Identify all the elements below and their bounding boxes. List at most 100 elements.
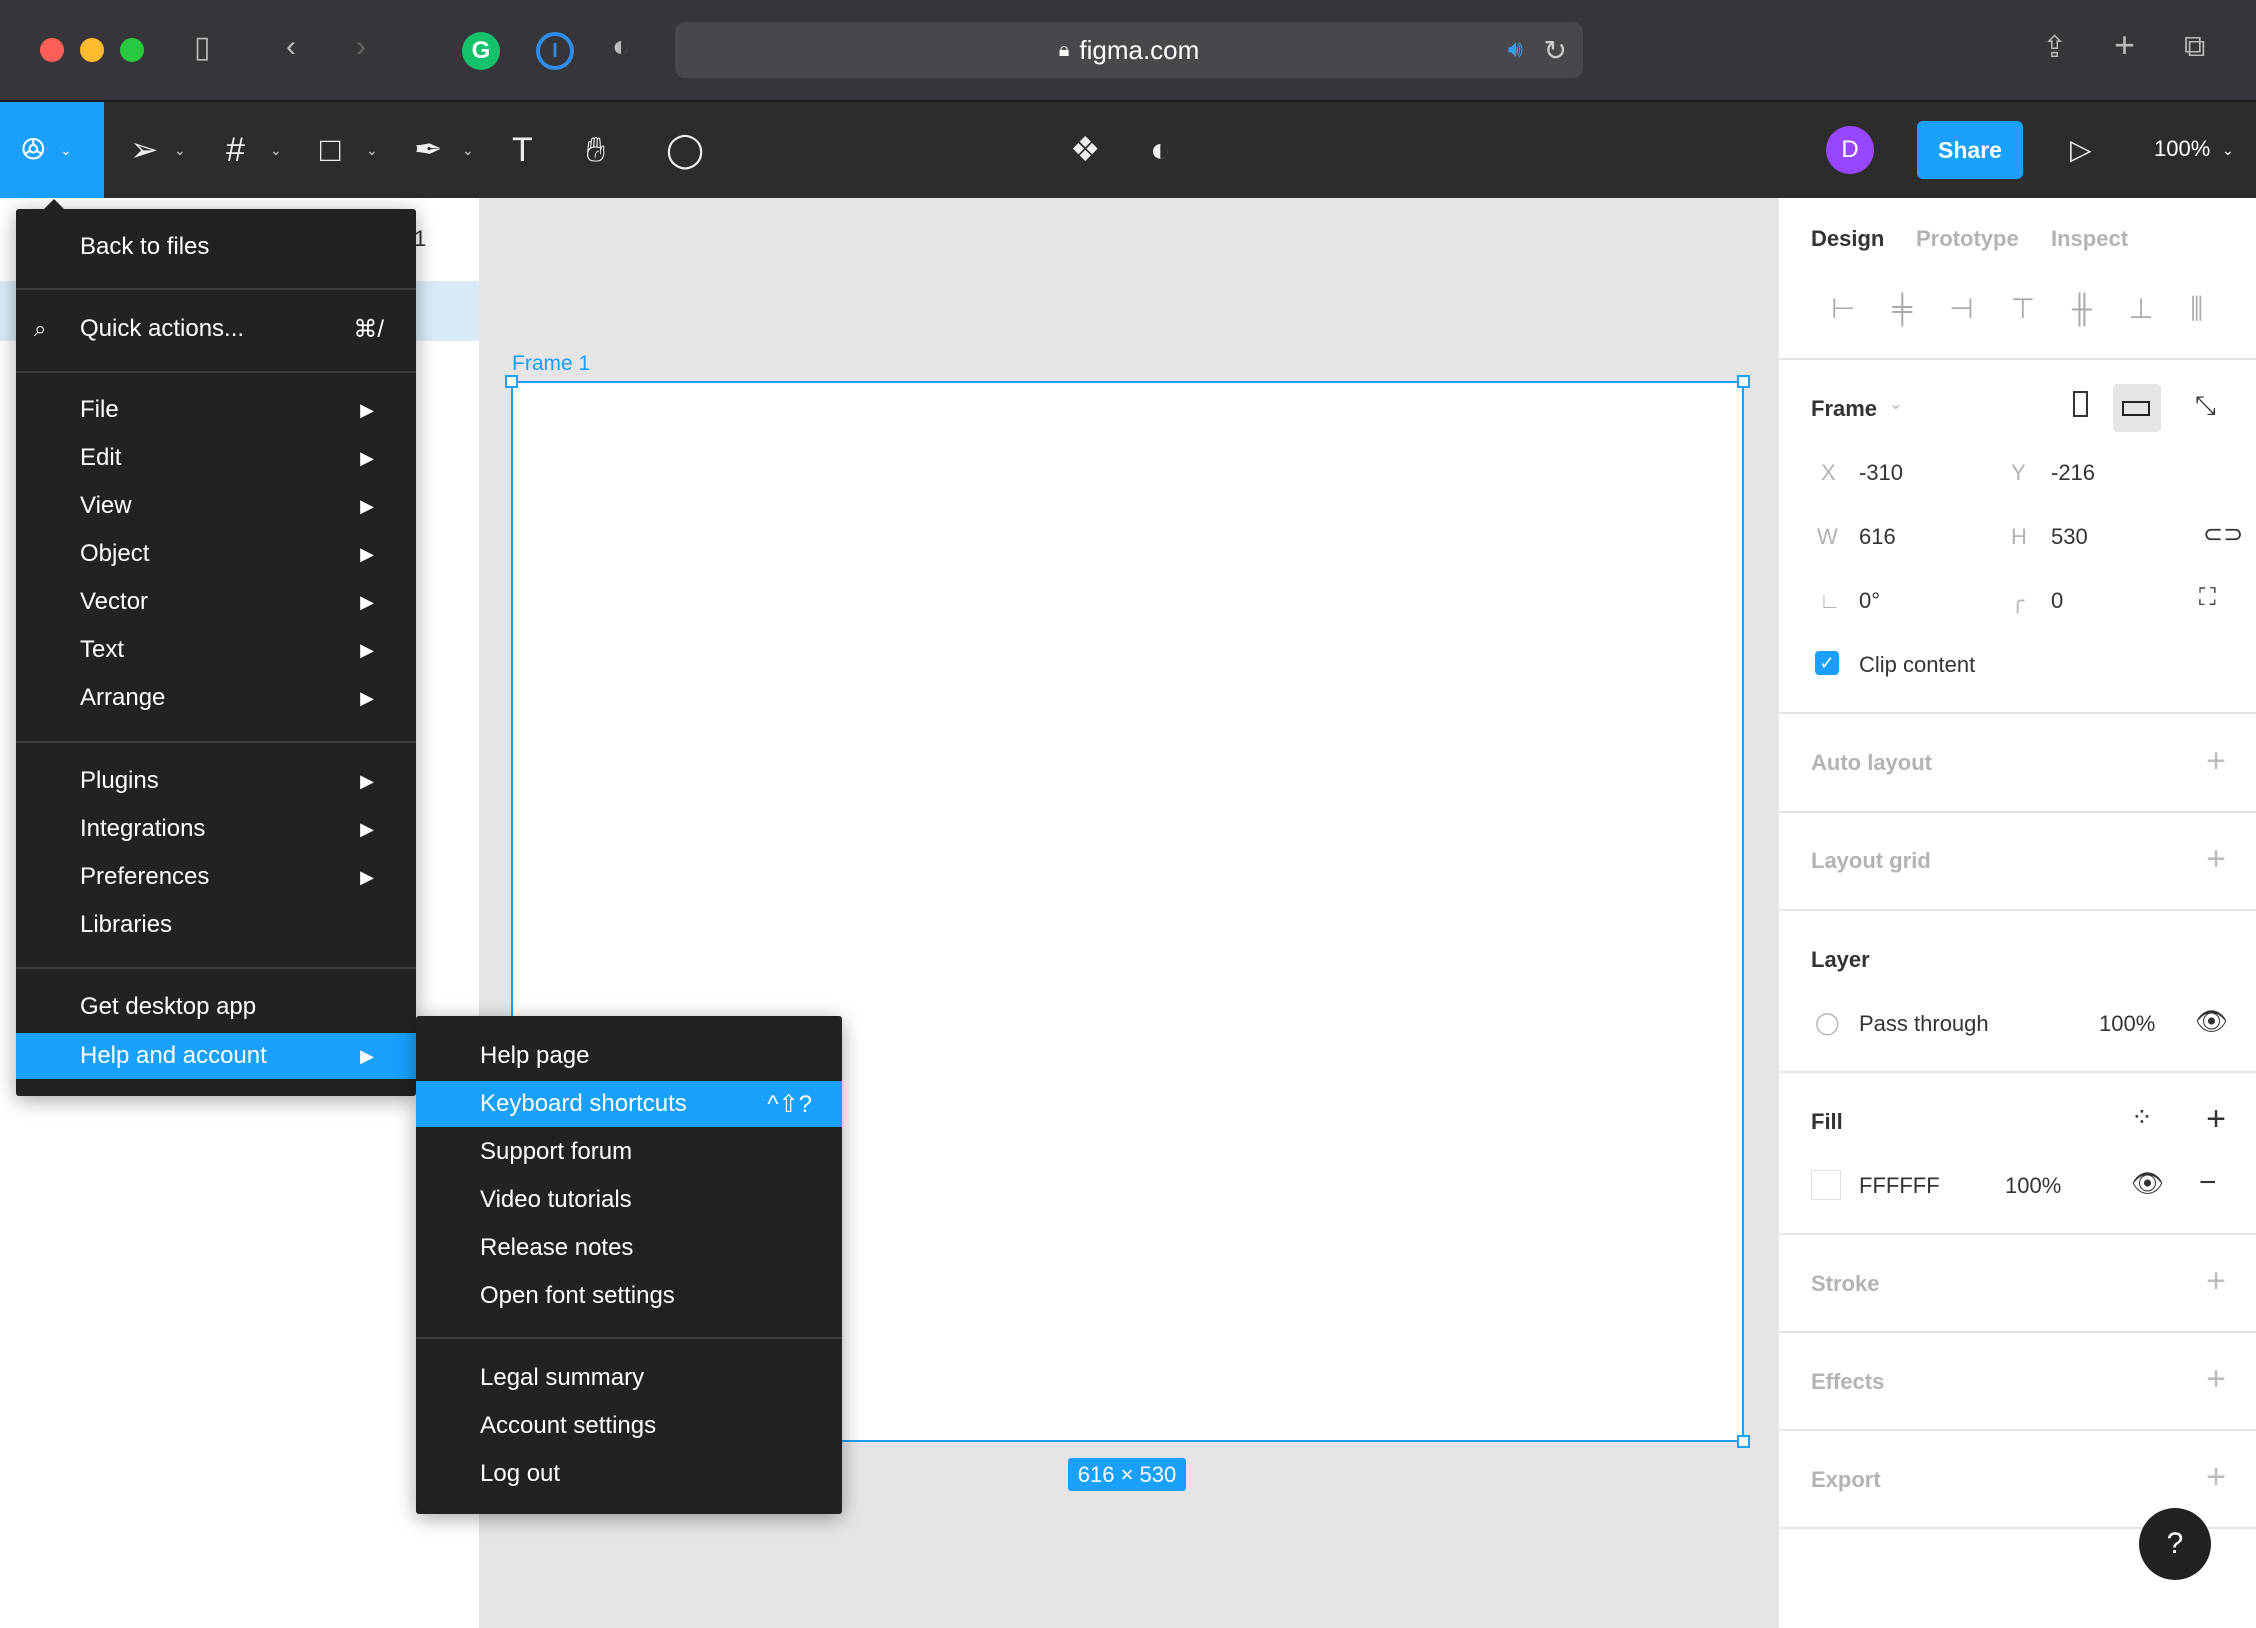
help-button[interactable]: ? <box>2139 1508 2211 1580</box>
menu-label: Edit <box>80 444 122 471</box>
submenu-item-help-page[interactable]: Help page <box>416 1033 842 1079</box>
zoom-dropdown[interactable]: 100% <box>2154 136 2210 162</box>
back-icon[interactable]: ‹ <box>286 30 296 64</box>
figma-toolbar: ꔮ ⌄ ➢ ⌄ # ⌄ □ ⌄ ✒ ⌄ T ✋︎ ◯ ❖ ◐ D Share ▷ 100… <box>0 102 2256 198</box>
submenu-item-support-forum[interactable]: Support forum <box>416 1129 842 1175</box>
menu-item-help-and-account[interactable]: Help and account ▶ <box>16 1033 416 1079</box>
text-tool-icon[interactable]: T <box>512 130 533 170</box>
mask-icon[interactable]: ◐ <box>1150 130 1171 170</box>
share-page-icon[interactable]: ⇪ <box>2042 30 2067 65</box>
tab-prototype[interactable]: Prototype <box>1916 226 2019 252</box>
menu-item-text[interactable]: Text ▶ <box>16 627 416 673</box>
add-effect-icon[interactable]: + <box>2206 1362 2226 1396</box>
eye-icon[interactable]: 👁︎ <box>2131 1168 2164 1199</box>
submenu-item-video-tutorials[interactable]: Video tutorials <box>416 1177 842 1223</box>
resize-to-fit-icon[interactable]: ⤡ <box>2195 390 2216 422</box>
dimensions-badge: 616 × 530 <box>1068 1458 1186 1491</box>
resize-handle[interactable] <box>1737 1435 1750 1448</box>
fill-swatch[interactable] <box>1811 1170 1841 1200</box>
address-bar[interactable]: 🔒︎ figma.com 🔊︎ ↻ <box>675 22 1583 78</box>
menu-item-vector[interactable]: Vector ▶ <box>16 579 416 625</box>
radius-input[interactable]: 0 <box>2051 588 2063 614</box>
minimize-window-button[interactable] <box>80 38 104 62</box>
add-export-icon[interactable]: + <box>2206 1460 2226 1494</box>
share-button[interactable]: Share <box>1917 121 2023 179</box>
constrain-proportions-icon[interactable]: ⊂⊃ <box>2203 520 2243 549</box>
close-window-button[interactable] <box>40 38 64 62</box>
portrait-icon[interactable] <box>2073 391 2088 417</box>
menu-item-back-to-files[interactable]: Back to files <box>16 224 416 270</box>
landscape-button[interactable] <box>2113 384 2161 432</box>
independent-corners-icon[interactable]: ⛶ <box>2199 584 2216 612</box>
rotation-input[interactable]: 0° <box>1859 588 1880 614</box>
comment-tool-icon[interactable]: ◯ <box>666 130 704 170</box>
frame-title[interactable]: Frame <box>1811 396 1877 422</box>
blend-mode-dropdown[interactable]: Pass through <box>1859 1011 1989 1037</box>
menu-label: Support forum <box>480 1138 633 1165</box>
components-icon[interactable]: ❖ <box>1070 130 1100 170</box>
reload-icon[interactable]: ↻ <box>1544 34 1567 67</box>
forward-icon[interactable]: › <box>356 30 366 64</box>
layer-opacity-input[interactable]: 100% <box>2099 1011 2155 1037</box>
eye-icon[interactable]: 👁︎ <box>2195 1006 2228 1037</box>
fill-title: Fill <box>1811 1109 1843 1134</box>
remove-fill-icon[interactable]: − <box>2199 1166 2217 1200</box>
clip-content-checkbox[interactable]: ✓ <box>1815 651 1839 675</box>
menu-item-quick-actions[interactable]: ⌕ Quick actions... ⌘/ <box>16 306 416 352</box>
menu-item-integrations[interactable]: Integrations ▶ <box>16 806 416 852</box>
menu-item-get-desktop-app[interactable]: Get desktop app <box>16 984 416 1030</box>
add-stroke-icon[interactable]: + <box>2206 1264 2226 1298</box>
speaker-icon[interactable]: 🔊︎ <box>1508 36 1523 64</box>
align-icons[interactable]: ⊢╪⊣⊤╫⊥⫼ <box>1831 292 2240 326</box>
blend-mode-icon: ◯ <box>1815 1010 1840 1035</box>
submenu-item-open-font-settings[interactable]: Open font settings <box>416 1273 842 1319</box>
chevron-down-icon[interactable]: ⌄ <box>1889 394 1902 414</box>
menu-item-arrange[interactable]: Arrange ▶ <box>16 675 416 721</box>
add-layout-grid-icon[interactable]: + <box>2206 842 2226 876</box>
password-manager-icon[interactable]: I <box>536 32 574 70</box>
menu-item-libraries[interactable]: Libraries <box>16 902 416 948</box>
x-input[interactable]: -310 <box>1859 460 1903 486</box>
submenu-item-release-notes[interactable]: Release notes <box>416 1225 842 1271</box>
h-label: H <box>2011 524 2027 549</box>
width-input[interactable]: 616 <box>1859 524 1896 550</box>
resize-handle[interactable] <box>1737 375 1750 388</box>
menu-item-preferences[interactable]: Preferences ▶ <box>16 854 416 900</box>
pen-tool-icon[interactable]: ✒ <box>414 130 443 170</box>
menu-item-plugins[interactable]: Plugins ▶ <box>16 758 416 804</box>
y-input[interactable]: -216 <box>2051 460 2095 486</box>
menu-item-view[interactable]: View ▶ <box>16 483 416 529</box>
tabs-overview-icon[interactable]: ⧉ <box>2184 30 2205 64</box>
add-auto-layout-icon[interactable]: + <box>2206 744 2226 778</box>
sidebar-icon[interactable]: ▯ <box>194 30 211 65</box>
submenu-item-log-out[interactable]: Log out <box>416 1451 842 1497</box>
grammarly-extension-icon[interactable]: G <box>462 32 500 70</box>
submenu-item-legal-summary[interactable]: Legal summary <box>416 1355 842 1401</box>
menu-pointer <box>44 199 64 209</box>
maximize-window-button[interactable] <box>120 38 144 62</box>
shield-icon[interactable]: ◐ <box>612 30 630 64</box>
new-tab-icon[interactable]: + <box>2114 24 2135 66</box>
tab-design[interactable]: Design <box>1811 226 1884 252</box>
avatar[interactable]: D <box>1826 126 1874 174</box>
present-icon[interactable]: ▷ <box>2070 130 2092 170</box>
fill-hex-input[interactable]: FFFFFF <box>1859 1173 1940 1199</box>
tab-inspect[interactable]: Inspect <box>2051 226 2128 252</box>
hand-tool-icon[interactable]: ✋︎ <box>586 130 605 170</box>
styles-icon[interactable]: ⁘ <box>2131 1102 2153 1133</box>
resize-handle[interactable] <box>505 375 518 388</box>
menu-label: Get desktop app <box>80 993 257 1020</box>
menu-item-edit[interactable]: Edit ▶ <box>16 435 416 481</box>
submenu-item-keyboard-shortcuts[interactable]: Keyboard shortcuts ^⇧? <box>416 1081 842 1127</box>
move-tool-icon[interactable]: ➢ <box>130 130 159 170</box>
fill-opacity-input[interactable]: 100% <box>2005 1173 2061 1199</box>
add-fill-icon[interactable]: + <box>2206 1102 2226 1136</box>
rectangle-tool-icon[interactable]: □ <box>320 130 341 170</box>
submenu-item-account-settings[interactable]: Account settings <box>416 1403 842 1449</box>
menu-item-object[interactable]: Object ▶ <box>16 531 416 577</box>
height-input[interactable]: 530 <box>2051 524 2088 550</box>
menu-item-file[interactable]: File ▶ <box>16 387 416 433</box>
frame-tool-icon[interactable]: # <box>226 130 245 170</box>
main-menu-button[interactable]: ꔮ ⌄ <box>0 102 104 198</box>
frame-label[interactable]: Frame 1 <box>512 352 590 376</box>
